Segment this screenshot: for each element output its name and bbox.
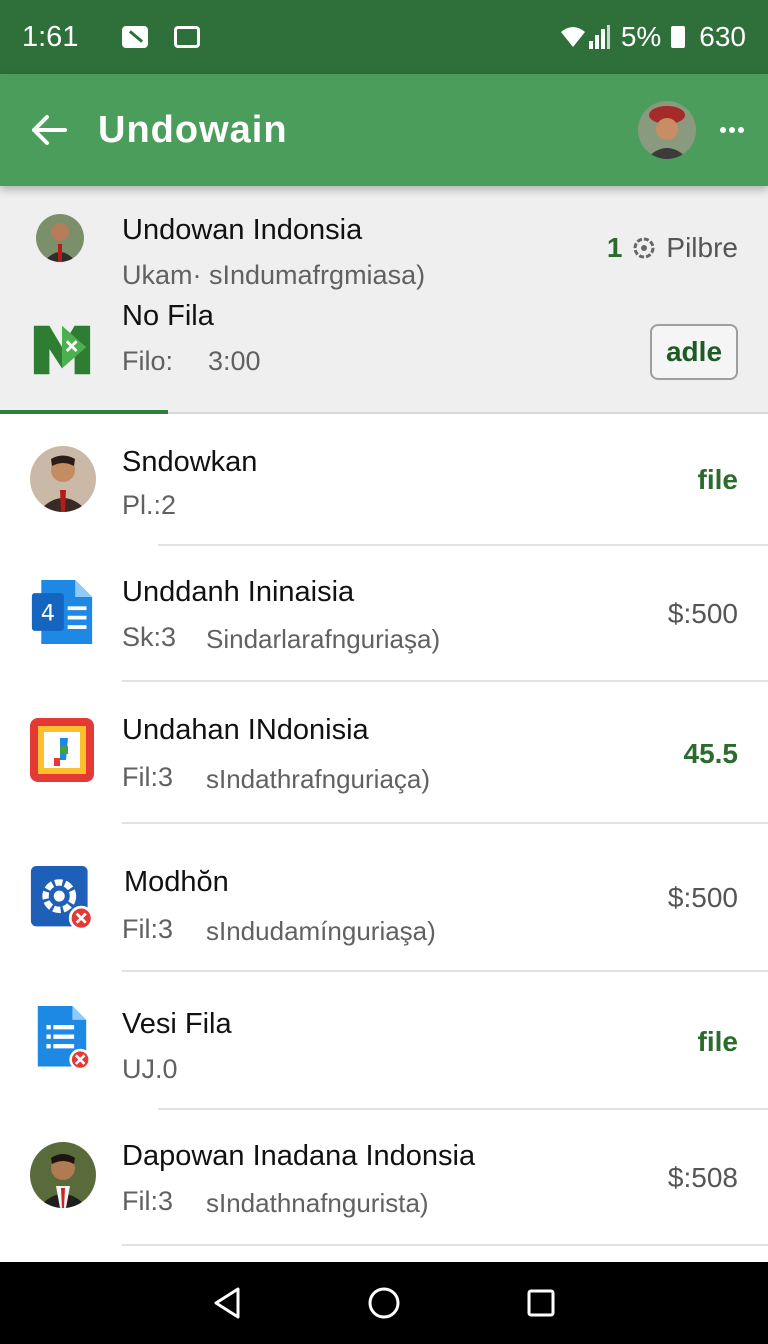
list-item-subtitle: Fil:3: [122, 762, 174, 792]
overflow-menu-button[interactable]: [696, 74, 768, 186]
nav-recents-icon[interactable]: [526, 1288, 556, 1318]
list-item-title: Undowan Indonsia: [122, 214, 363, 246]
list-item[interactable]: 4 Unddanh Ininaisia Sk:3 Sindarlarafngur…: [0, 546, 768, 682]
list-item[interactable]: Vesi Fila UJ.0 file: [0, 972, 768, 1110]
settings-app-icon: [30, 866, 94, 930]
list-item-subtitle: Fil:3: [122, 1186, 174, 1216]
list-item-title: No Fila: [122, 300, 214, 332]
svg-text:4: 4: [41, 600, 55, 626]
list-item[interactable]: Undowan Indonsia Ukam· sIndumafrgmiasa) …: [0, 186, 768, 290]
person-avatar-icon: [30, 446, 96, 512]
app-bar: Undowain: [0, 74, 768, 186]
nav-home-icon[interactable]: [367, 1286, 401, 1320]
app-logo-icon: [33, 325, 91, 375]
person-avatar-icon: [638, 101, 696, 159]
system-nav-bar: [0, 1262, 768, 1344]
list-item[interactable]: Undahan INdonisia Fil:3 sIndathrafnguria…: [0, 682, 768, 824]
status-extra: 630: [699, 21, 746, 52]
list-item[interactable]: Sndowkan Pl.:2 file: [0, 414, 768, 546]
list-item-meta: $:508: [667, 1162, 738, 1193]
list-item-description: sIndathnafnguristа): [206, 1188, 429, 1218]
list-item-subtitle-value: 3:00: [208, 346, 261, 376]
list-item-meta: $:500: [667, 882, 738, 913]
list-item-subtitle: Filo:: [122, 346, 174, 376]
arrow-back-icon: [32, 115, 67, 145]
list-item-description: sIndathrafnguriaça): [206, 764, 431, 794]
avatar: [30, 1142, 96, 1208]
battery-icon: [671, 26, 686, 48]
status-time: 1:61: [22, 20, 79, 53]
divider: [122, 1244, 768, 1246]
list-item-meta: 45.5: [683, 738, 739, 769]
list-item-subtitle: Sk:3: [122, 622, 177, 652]
list-item[interactable]: Modhŏn Fil:3 sIndudamínguriaşa) $:500: [0, 824, 768, 972]
pinned-section: Undowan Indonsia Ukam· sIndumafrgmiasa) …: [0, 186, 768, 414]
battery-percent: 5%: [620, 21, 662, 52]
list-item-description: Sindarlarafnguriaşa): [206, 624, 441, 654]
list-item-subtitle: Ukam· sIndumafrgmiasa): [122, 260, 426, 290]
back-button[interactable]: [0, 74, 98, 186]
list-item-subtitle: Fil:3: [122, 914, 174, 944]
docs-app-icon: 4: [31, 580, 93, 644]
status-bar: 1:61 5% 630: [0, 0, 768, 74]
status-right-group: 5% 630: [559, 21, 746, 53]
avatar: [30, 446, 96, 512]
screenshot-icon: [174, 26, 201, 48]
wifi-signal-icon: [560, 25, 610, 49]
list-item-subtitle: Pl.:2: [122, 490, 177, 520]
list-item-meta: file: [697, 1026, 738, 1057]
profile-avatar[interactable]: [638, 101, 696, 159]
list-item-title: Sndowkan: [122, 446, 258, 478]
list-item-title: Unddanh Ininaisia: [122, 576, 355, 608]
list-item-meta: $:500: [667, 598, 738, 629]
avatar: [36, 214, 84, 262]
notification-icon: [122, 26, 149, 48]
list-item-title: Dapowan Inadana Indonsia: [122, 1140, 476, 1172]
settings-gear-icon: [633, 237, 655, 259]
document-app-icon: [37, 1006, 91, 1070]
more-horizontal-icon: [720, 127, 744, 133]
nav-back-icon[interactable]: [212, 1286, 242, 1320]
list-item[interactable]: Dapowan Inadana Indonsia Fil:3 sIndathna…: [0, 1110, 768, 1250]
app-title: Undowain: [98, 108, 288, 151]
meta-label: Pilbre: [666, 232, 738, 263]
person-avatar-icon: [30, 1142, 96, 1208]
list-item-title: Vesi Fila: [122, 1008, 232, 1040]
colorful-app-icon: [30, 718, 94, 782]
list-item-description: sIndudamínguriaşa): [206, 916, 436, 946]
list-item-title: Undahan INdonisia: [122, 714, 369, 746]
list-item-title: Modhŏn: [124, 866, 229, 898]
meta-count: 1: [606, 232, 623, 263]
list-item-meta: file: [697, 464, 738, 495]
list-item-meta: 1 Pilbre: [607, 232, 738, 264]
action-button[interactable]: adle: [650, 324, 738, 380]
list-item-subtitle: UJ.0: [122, 1054, 178, 1084]
person-avatar-icon: [36, 214, 84, 262]
